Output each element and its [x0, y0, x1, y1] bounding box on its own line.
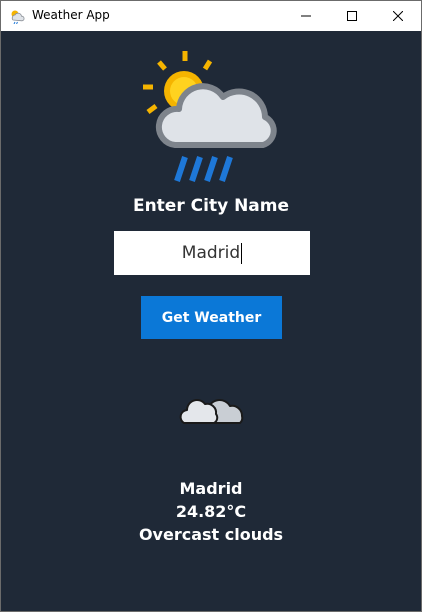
- result-description: Overcast clouds: [138, 525, 284, 544]
- close-icon: [393, 11, 403, 21]
- maximize-icon: [347, 11, 357, 21]
- city-input-value: Madrid: [181, 243, 241, 263]
- minimize-button[interactable]: [283, 1, 329, 31]
- weather-app-icon: [9, 8, 25, 25]
- get-weather-button[interactable]: Get Weather: [141, 296, 282, 339]
- result-city: Madrid: [179, 479, 243, 498]
- result-temperature: 24.82°C: [175, 502, 247, 521]
- city-input[interactable]: Madrid: [114, 231, 310, 275]
- minimize-icon: [301, 15, 311, 17]
- app-window: Weather App Enter City Name Madrid Get W…: [0, 0, 422, 612]
- window-title: Weather App: [32, 8, 110, 22]
- title-bar[interactable]: Weather App: [1, 1, 421, 31]
- city-prompt-label: Enter City Name: [132, 196, 290, 216]
- text-caret: [241, 242, 243, 264]
- maximize-button[interactable]: [329, 1, 375, 31]
- sun-cloud-rain-icon: [143, 51, 277, 182]
- close-button[interactable]: [375, 1, 421, 31]
- overcast-clouds-icon: [179, 399, 244, 424]
